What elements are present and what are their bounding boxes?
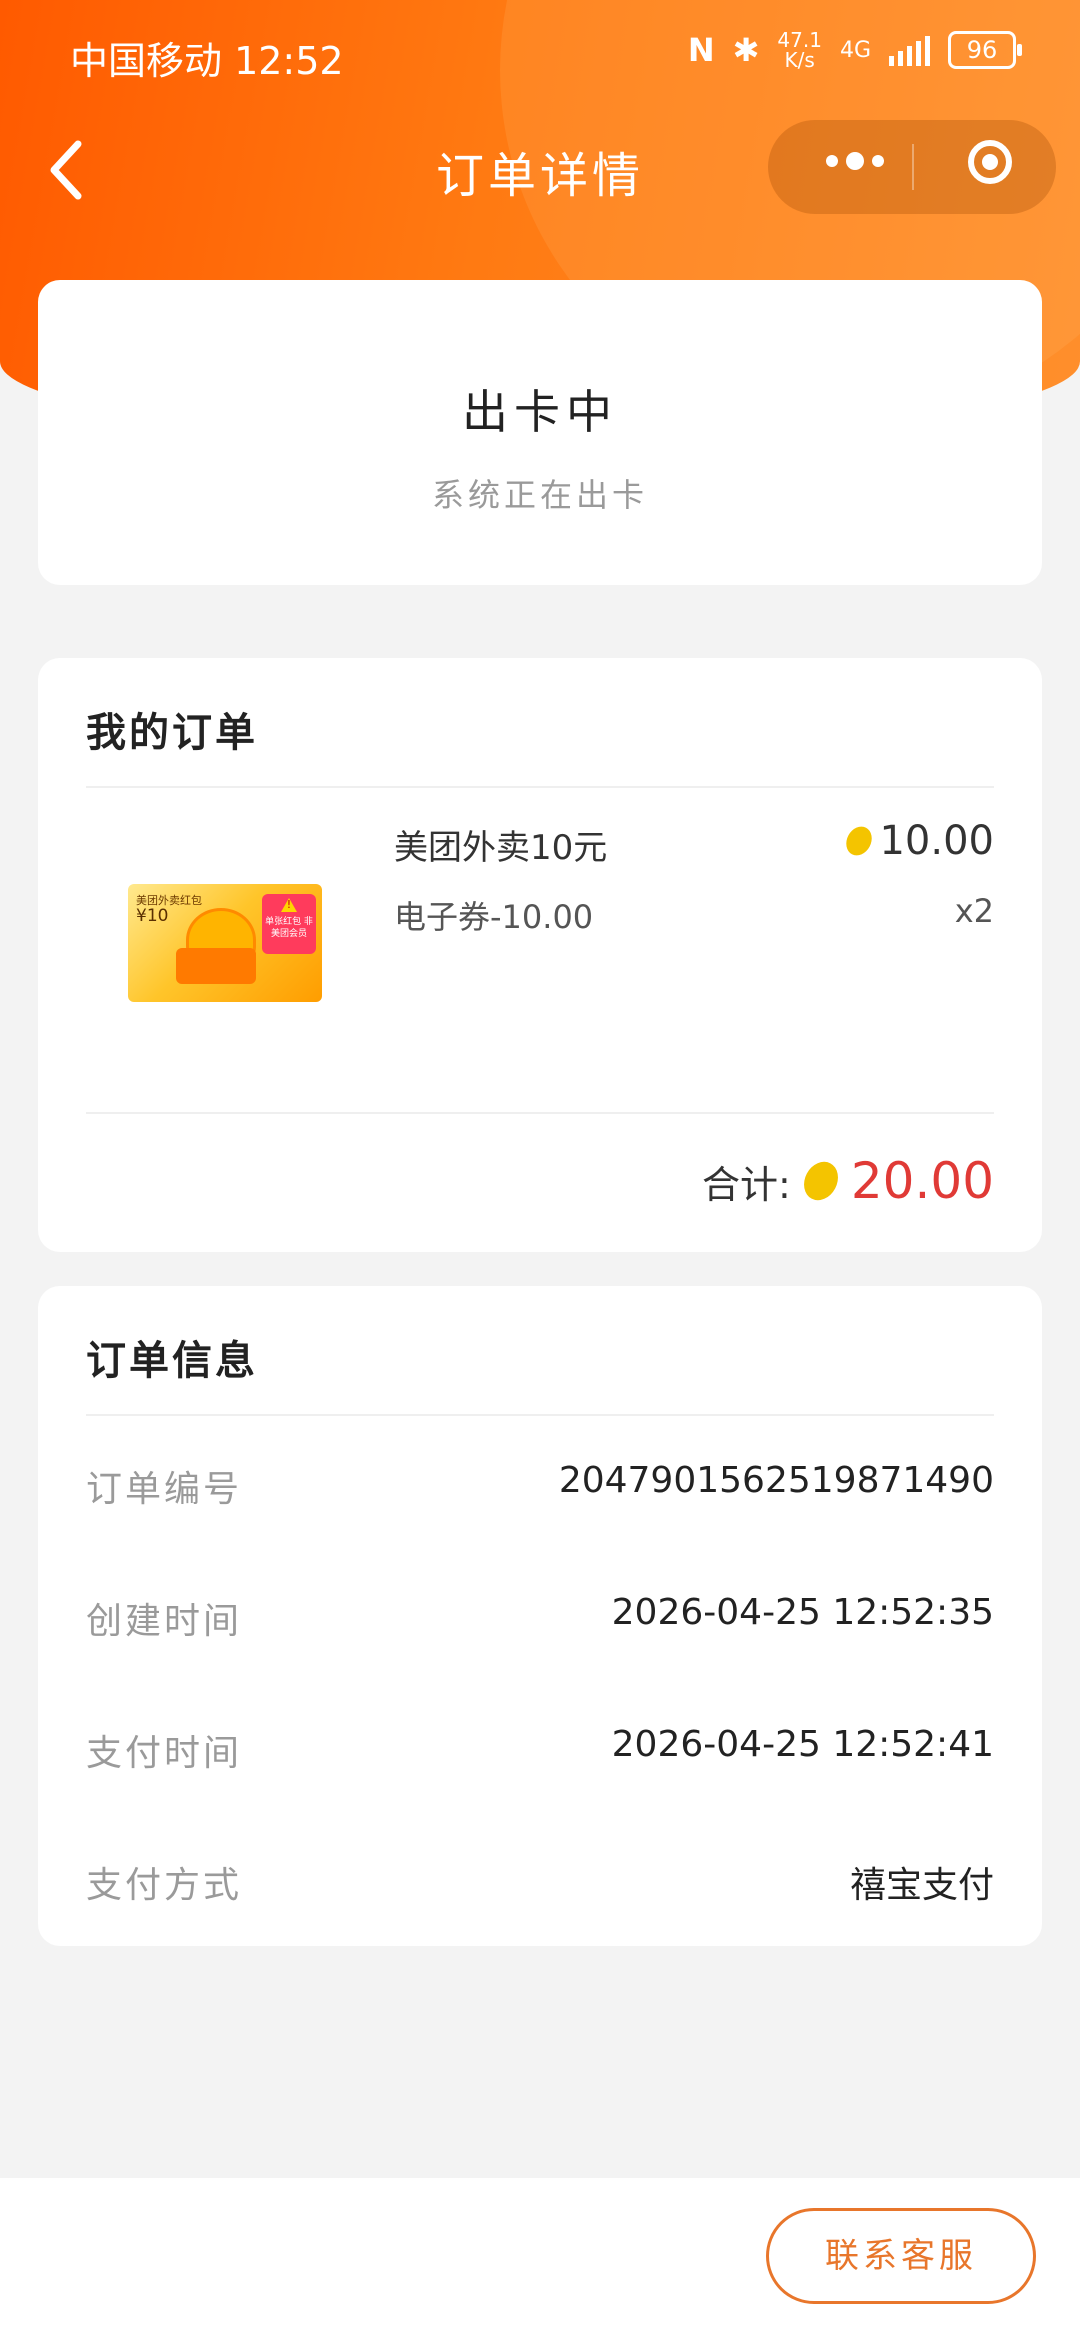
- order-info-card: 订单信息 订单编号 2047901562519871490 创建时间 2026-…: [38, 1286, 1042, 1946]
- info-value: 2026-04-25 12:52:35: [611, 1592, 994, 1633]
- info-row-order-number: 订单编号 2047901562519871490: [86, 1460, 994, 1520]
- product-name: 美团外卖10元: [394, 828, 608, 868]
- order-status-description: 系统正在出卡: [431, 476, 648, 514]
- product-thumbnail[interactable]: 美团外卖红包 ¥10 单张红包 非美团会员: [128, 884, 322, 1002]
- network-speed: 47.1 K/s: [777, 30, 822, 70]
- total-value: 20.00: [850, 1152, 994, 1210]
- miniapp-capsule: [768, 120, 1056, 214]
- bluetooth-icon: ✱: [732, 31, 760, 69]
- divider: [86, 1112, 994, 1114]
- status-icons: N ✱ 47.1 K/s 4G 96: [687, 30, 1022, 70]
- my-order-card: 我的订单 美团外卖红包 ¥10 单张红包 非美团会员 美团外卖10元 电子券-1…: [38, 658, 1042, 1252]
- network-speed-unit: K/s: [784, 48, 815, 72]
- carrier-time: 中国移动 12:52: [70, 39, 344, 83]
- product-price-value: 10.00: [879, 818, 994, 864]
- product-quantity: x2: [954, 892, 994, 930]
- bean-coin-icon: [797, 1155, 845, 1207]
- info-label: 订单编号: [86, 1469, 243, 1510]
- info-row-created-time: 创建时间 2026-04-25 12:52:35: [86, 1592, 994, 1652]
- order-status-card: 出卡中 系统正在出卡: [38, 280, 1042, 585]
- order-status-title: 出卡中: [462, 385, 618, 439]
- my-order-heading: 我的订单: [86, 710, 258, 756]
- info-value: 2026-04-25 12:52:41: [611, 1724, 994, 1765]
- divider: [86, 786, 994, 788]
- product-price: 10.00: [841, 818, 994, 864]
- info-row-payment-method: 支付方式 禧宝支付: [86, 1856, 994, 1916]
- network-type: 4G: [839, 37, 871, 63]
- order-info-heading: 订单信息: [86, 1338, 258, 1384]
- thumbnail-value: ¥10: [136, 906, 169, 926]
- battery-icon: 96: [948, 31, 1022, 69]
- info-label: 支付时间: [86, 1733, 243, 1774]
- order-total: 合计: 20.00: [702, 1152, 994, 1210]
- total-label: 合计:: [702, 1162, 791, 1207]
- navigation-bar: 订单详情: [0, 120, 1080, 220]
- divider: [86, 1414, 994, 1416]
- close-miniapp-button[interactable]: [968, 140, 1012, 184]
- capsule-divider: [912, 144, 914, 190]
- info-label: 创建时间: [86, 1601, 243, 1642]
- info-value: 禧宝支付: [849, 1865, 994, 1906]
- more-menu-button[interactable]: [826, 152, 884, 170]
- status-bar: 中国移动 12:52 N ✱ 47.1 K/s 4G 96: [0, 0, 1080, 104]
- bottom-action-bar: 联系客服: [0, 2178, 1080, 2340]
- info-row-paid-time: 支付时间 2026-04-25 12:52:41: [86, 1724, 994, 1784]
- info-label: 支付方式: [86, 1865, 243, 1906]
- contact-service-button[interactable]: 联系客服: [766, 2208, 1036, 2304]
- thumbnail-tag: 单张红包 非美团会员: [262, 894, 316, 954]
- info-value: 2047901562519871490: [558, 1460, 994, 1501]
- bean-coin-icon: [841, 822, 878, 860]
- delivery-box-image: [176, 948, 256, 984]
- network-speed-value: 47.1: [777, 28, 822, 52]
- battery-level: 96: [966, 36, 998, 64]
- nfc-icon: N: [687, 31, 715, 69]
- product-spec: 电子券-10.00: [394, 898, 594, 936]
- signal-icon: [889, 34, 930, 66]
